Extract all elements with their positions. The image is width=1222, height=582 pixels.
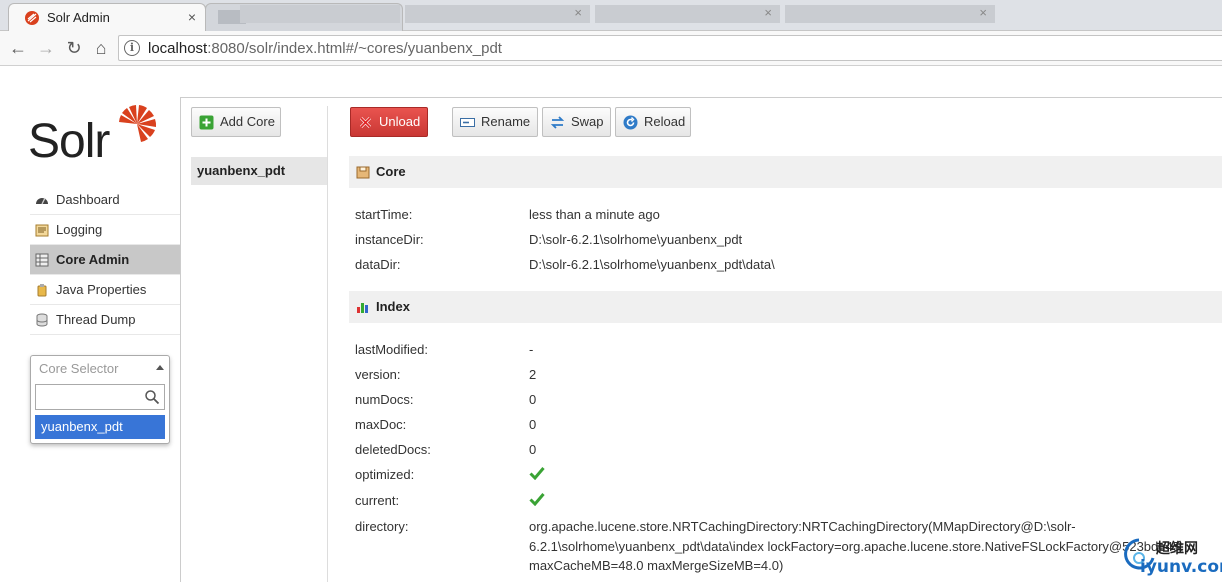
blurred-tab[interactable]: × [785, 5, 995, 23]
core-selector-label: Core Selector [39, 361, 119, 376]
unload-icon [359, 116, 372, 129]
tab-title: Solr Admin [47, 10, 110, 25]
swap-button[interactable]: Swap [542, 107, 611, 137]
max-doc-label: maxDoc: [355, 417, 407, 432]
data-dir-value: D:\solr-6.2.1\solrhome\yuanbenx_pdt\data… [529, 257, 775, 272]
core-section-header: Core [349, 156, 1222, 188]
home-icon[interactable]: ⌂ [90, 37, 112, 59]
current-label: current: [355, 493, 400, 508]
search-icon [145, 390, 160, 405]
rename-icon [460, 118, 475, 127]
optimized-label: optimized: [355, 467, 415, 482]
java-properties-icon [37, 284, 47, 297]
browser-toolbar: ← → ↻ ⌂ i localhost:8080/solr/index.html… [0, 31, 1222, 66]
instance-dir-value: D:\solr-6.2.1\solrhome\yuanbenx_pdt [529, 232, 743, 247]
site-info-icon[interactable]: i [124, 40, 140, 56]
browser-tab-bar: Solr Admin × × × × [0, 0, 1222, 31]
solr-sunburst-icon [119, 105, 157, 142]
blurred-tab[interactable]: × [595, 5, 780, 23]
reload-icon [623, 115, 638, 130]
solr-logo: Solr [28, 105, 157, 164]
directory-value-line: org.apache.lucene.store.NRTCachingDirect… [529, 519, 1076, 534]
content-top-border [180, 97, 1222, 98]
core-box-icon [356, 166, 370, 179]
content-left-border [180, 97, 181, 582]
core-selector-option[interactable]: yuanbenx_pdt [35, 415, 165, 439]
svg-text:Solr: Solr [28, 115, 110, 164]
reload-page-icon[interactable]: ↻ [63, 37, 85, 59]
swap-icon [550, 116, 565, 129]
address-bar[interactable]: i localhost:8080/solr/index.html#/~cores… [118, 35, 1222, 61]
solr-favicon-icon [25, 11, 39, 25]
add-icon [199, 115, 214, 130]
add-core-button[interactable]: Add Core [191, 107, 281, 137]
cores-list-divider [327, 106, 328, 582]
nav-item-logging[interactable]: Logging [30, 215, 180, 245]
nav-item-thread-dump[interactable]: Thread Dump [30, 305, 180, 335]
watermark-text: iyunv.com [1140, 557, 1222, 577]
main-nav: Dashboard Logging Core Admin Java Proper… [30, 185, 180, 335]
bar-chart-icon [357, 303, 368, 313]
unload-button[interactable]: Unload [350, 107, 428, 137]
num-docs-value: 0 [529, 392, 537, 407]
url-text: localhost:8080/solr/index.html#/~cores/y… [148, 40, 502, 57]
start-time-value: less than a minute ago [529, 207, 660, 222]
nav-item-dashboard[interactable]: Dashboard [30, 185, 180, 215]
watermark-cn-text: 超维网 [1156, 540, 1198, 556]
last-modified-value: - [529, 342, 534, 357]
nav-item-core-admin[interactable]: Core Admin [30, 245, 180, 275]
blurred-tab[interactable] [240, 5, 400, 23]
dashboard-icon [36, 197, 48, 205]
last-modified-label: lastModified: [355, 342, 428, 357]
close-tab-icon[interactable]: × [188, 9, 196, 25]
core-admin-icon [35, 253, 49, 267]
reload-button[interactable]: Reload [615, 107, 691, 137]
index-section-header: Index [349, 291, 1222, 323]
start-time-label: startTime: [355, 207, 413, 222]
rename-button[interactable]: Rename [452, 107, 538, 137]
max-doc-value: 0 [529, 417, 537, 432]
data-dir-label: dataDir: [355, 257, 401, 272]
directory-value-line: maxCacheMB=48.0 maxMergeSizeMB=4.0) [529, 558, 784, 573]
deleted-docs-label: deletedDocs: [355, 442, 431, 457]
current-check-icon [529, 493, 545, 506]
instance-dir-label: instanceDir: [355, 232, 424, 247]
back-icon[interactable]: ← [7, 37, 29, 59]
tab-solr-admin[interactable]: Solr Admin × [8, 3, 206, 31]
forward-icon[interactable]: → [35, 37, 57, 59]
num-docs-label: numDocs: [355, 392, 414, 407]
watermark: 超维网 iyunv.com [1122, 534, 1222, 580]
optimized-check-icon [529, 467, 545, 480]
core-selector[interactable]: Core Selector yuanbenx_pdt [30, 355, 170, 444]
thread-dump-icon [36, 313, 48, 327]
version-value: 2 [529, 367, 537, 382]
deleted-docs-value: 0 [529, 442, 537, 457]
logging-icon [35, 224, 49, 237]
core-list-item[interactable]: yuanbenx_pdt [191, 157, 327, 185]
version-label: version: [355, 367, 401, 382]
directory-value-line: 6.2.1\solrhome\yuanbenx_pdt\data\index l… [529, 539, 1184, 554]
chevron-up-icon[interactable] [156, 365, 164, 370]
blurred-tab[interactable]: × [405, 5, 590, 23]
core-search-input[interactable] [35, 384, 165, 410]
directory-label: directory: [355, 519, 409, 534]
nav-item-java-properties[interactable]: Java Properties [30, 275, 180, 305]
